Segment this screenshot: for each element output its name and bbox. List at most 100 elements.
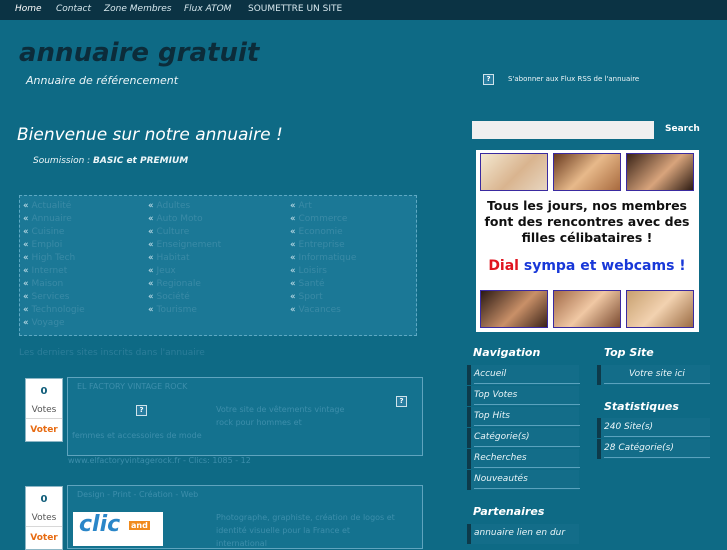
logo-sub: and (129, 521, 150, 530)
category-link[interactable]: «Maison (23, 279, 63, 289)
ad-text: Tous les jours, nos membres font des ren… (484, 198, 690, 245)
bullet-icon: « (148, 240, 154, 250)
bullet-icon: « (148, 227, 154, 237)
site-title[interactable]: annuaire gratuit (19, 38, 259, 68)
bullet-icon: « (290, 266, 296, 276)
rss-icon[interactable]: ? (483, 74, 494, 85)
category-label: Adultes (156, 201, 191, 211)
vote-button[interactable]: Voter (26, 526, 62, 549)
category-label: Regionale (156, 279, 201, 289)
bullet-icon: « (290, 305, 296, 315)
bullet-icon: « (23, 240, 29, 250)
soumission-label: Soumission : (33, 156, 94, 166)
category-label: Loisirs (298, 266, 327, 276)
category-link[interactable]: «Loisirs (290, 266, 327, 276)
category-link[interactable]: «Enseignement (148, 240, 221, 250)
sidebar-item-categories[interactable]: Catégorie(s) (467, 428, 580, 448)
bullet-icon: « (290, 279, 296, 289)
ad-photo (553, 153, 621, 191)
ad-photo (480, 290, 548, 328)
category-link[interactable]: «Tourisme (148, 305, 197, 315)
ad-photo (553, 290, 621, 328)
sidebar-item-top-votes[interactable]: Top Votes (467, 386, 580, 406)
nav-soumettre[interactable]: SOUMETTRE UN SITE (248, 4, 342, 14)
sidebar-item-top-hits[interactable]: Top Hits (467, 407, 580, 427)
category-link[interactable]: «Annuaire (23, 214, 72, 224)
bullet-icon: « (23, 318, 29, 328)
category-link[interactable]: «Vacances (290, 305, 341, 315)
category-label: Auto Moto (156, 214, 203, 224)
search-button[interactable]: Search (665, 124, 700, 134)
top-nav-bar: Home Contact Zone Membres Flux ATOM SOUM… (0, 0, 727, 20)
category-label: Actualité (31, 201, 72, 211)
category-link[interactable]: «Adultes (148, 201, 190, 211)
dating-ad-banner[interactable]: Tous les jours, nos membres font des ren… (476, 150, 699, 332)
stats-label: 28 Catégorie(s) (604, 443, 674, 453)
site-title-link[interactable]: EL FACTORY VINTAGE ROCK (77, 382, 187, 391)
site-entry: EL FACTORY VINTAGE ROCK ? ? Votre site d… (67, 377, 423, 456)
site-description: femmes et accessoires de mode (72, 431, 202, 440)
nav-zone-membres[interactable]: Zone Membres (104, 4, 171, 14)
rss-subscribe-link[interactable]: S'abonner aux Flux RSS de l'annuaire (508, 75, 639, 83)
category-link[interactable]: «Culture (148, 227, 189, 237)
category-link[interactable]: «Auto Moto (148, 214, 203, 224)
site-logo[interactable]: clic and (73, 512, 163, 546)
divider (474, 467, 580, 468)
top-site-title: Top Site (604, 346, 654, 359)
sidebar-item-nouveautes[interactable]: Nouveautés (467, 470, 580, 490)
navigation-title: Navigation (473, 346, 541, 359)
nav-home[interactable]: Home (15, 4, 42, 14)
category-link[interactable]: «Habitat (148, 253, 190, 263)
top-site-link[interactable]: Votre site ici (597, 365, 710, 385)
site-description: international (216, 539, 267, 548)
category-link[interactable]: «Technologie (23, 305, 85, 315)
category-link[interactable]: «Jeux (148, 266, 176, 276)
stats-item-categories[interactable]: 28 Catégorie(s) (597, 439, 710, 459)
category-link[interactable]: «Voyage (23, 318, 65, 328)
site-entry: Design - Print - Création - Web clic and… (67, 485, 423, 549)
nav-flux-atom[interactable]: Flux ATOM (184, 4, 231, 14)
site-description: Votre site de vêtements vintage (216, 405, 345, 414)
category-link[interactable]: «Actualité (23, 201, 71, 211)
bullet-icon: « (290, 253, 296, 263)
question-mark-icon: ? (396, 396, 407, 407)
category-label: Tourisme (156, 305, 197, 315)
search-input[interactable] (472, 121, 654, 139)
category-label: Art (298, 201, 312, 211)
category-link[interactable]: «Commerce (290, 214, 347, 224)
category-label: Internet (31, 266, 68, 276)
bullet-icon: « (23, 214, 29, 224)
divider (474, 425, 580, 426)
nav-contact[interactable]: Contact (56, 4, 91, 14)
soumission-line: Soumission : BASIC et PREMIUM (33, 156, 188, 166)
sidebar-item-accueil[interactable]: Accueil (467, 365, 580, 385)
vote-button[interactable]: Voter (26, 418, 62, 441)
category-link[interactable]: «Sport (290, 292, 323, 302)
sidebar-item-label: Top Hits (474, 411, 510, 421)
category-link[interactable]: «Emploi (23, 240, 62, 250)
category-link[interactable]: «Services (23, 292, 69, 302)
ad-dial-blue: sympa et webcams ! (518, 258, 686, 274)
category-link[interactable]: «Regionale (148, 279, 201, 289)
ad-photo (626, 153, 694, 191)
category-link[interactable]: «Société (148, 292, 190, 302)
category-link[interactable]: «Entreprise (290, 240, 345, 250)
category-link[interactable]: «High Tech (23, 253, 75, 263)
sidebar-item-recherches[interactable]: Recherches (467, 449, 580, 469)
stats-item-sites[interactable]: 240 Site(s) (597, 418, 710, 438)
category-link[interactable]: «Informatique (290, 253, 356, 263)
category-link[interactable]: «Santé (290, 279, 325, 289)
category-label: Enseignement (156, 240, 222, 250)
question-mark-icon: ? (136, 405, 147, 416)
partner-link[interactable]: annuaire lien en dur (467, 524, 579, 544)
category-link[interactable]: «Economie (290, 227, 343, 237)
vote-count: 0 (40, 494, 48, 505)
category-link[interactable]: «Cuisine (23, 227, 64, 237)
category-label: Emploi (31, 240, 63, 250)
category-label: Voyage (31, 318, 65, 328)
category-link[interactable]: «Art (290, 201, 312, 211)
site-title-link[interactable]: Design - Print - Création - Web (77, 490, 198, 499)
sidebar-item-label: Nouveautés (474, 474, 528, 484)
category-link[interactable]: «Internet (23, 266, 67, 276)
sidebar-item-label: Recherches (474, 453, 527, 463)
